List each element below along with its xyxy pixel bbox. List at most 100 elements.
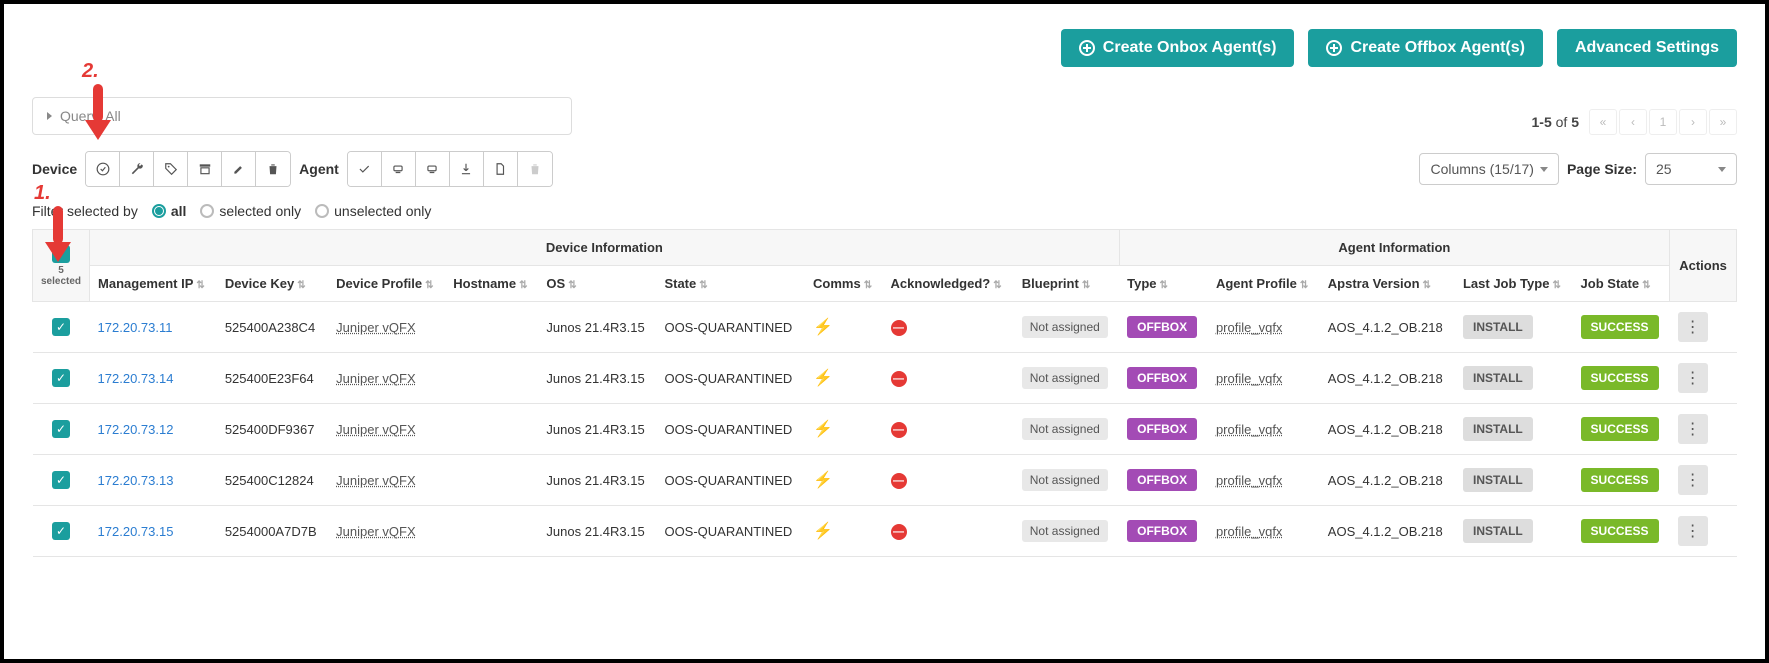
col-hostname[interactable]: Hostname⇅ xyxy=(445,266,538,302)
blueprint-badge: Not assigned xyxy=(1022,418,1108,440)
job-type-badge: INSTALL xyxy=(1463,366,1533,390)
apstra-version: AOS_4.1.2_OB.218 xyxy=(1320,455,1455,506)
col-device-profile[interactable]: Device Profile⇅ xyxy=(328,266,445,302)
select-all-checkbox[interactable]: ✓ xyxy=(52,245,70,263)
page-size-selector[interactable]: 25 xyxy=(1645,153,1737,185)
job-state-badge: SUCCESS xyxy=(1581,315,1659,339)
row-checkbox[interactable]: ✓ xyxy=(52,369,70,387)
os: Junos 21.4R3.15 xyxy=(538,353,656,404)
col-ack[interactable]: Acknowledged?⇅ xyxy=(883,266,1014,302)
blueprint-badge: Not assigned xyxy=(1022,520,1108,542)
agent-profile-link[interactable]: profile_vqfx xyxy=(1216,473,1282,488)
agent-info-group: Agent Information xyxy=(1119,230,1669,266)
edit-button[interactable] xyxy=(222,152,256,186)
row-actions-button[interactable]: ⋮ xyxy=(1678,363,1708,393)
table-row: ✓172.20.73.155254000A7D7BJuniper vQFXJun… xyxy=(33,506,1737,557)
table-row: ✓172.20.73.13525400C12824Juniper vQFXJun… xyxy=(33,455,1737,506)
row-actions-button[interactable]: ⋮ xyxy=(1678,465,1708,495)
sort-icon: ⇅ xyxy=(196,280,204,291)
row-checkbox[interactable]: ✓ xyxy=(52,318,70,336)
filter-unselected-radio[interactable]: unselected only xyxy=(315,203,431,219)
collect2-button[interactable] xyxy=(416,152,450,186)
collect-button[interactable] xyxy=(382,152,416,186)
create-onbox-button[interactable]: Create Onbox Agent(s) xyxy=(1061,29,1295,67)
page-first-button[interactable]: « xyxy=(1589,109,1617,135)
page-prev-button[interactable]: ‹ xyxy=(1619,109,1647,135)
plus-icon xyxy=(1326,40,1342,56)
apstra-version: AOS_4.1.2_OB.218 xyxy=(1320,302,1455,353)
page-size-label: Page Size: xyxy=(1567,161,1637,177)
plus-icon xyxy=(1079,40,1095,56)
device-profile-link[interactable]: Juniper vQFX xyxy=(336,473,415,488)
download-button[interactable] xyxy=(450,152,484,186)
row-checkbox[interactable]: ✓ xyxy=(52,420,70,438)
col-last-job[interactable]: Last Job Type⇅ xyxy=(1455,266,1573,302)
apstra-version: AOS_4.1.2_OB.218 xyxy=(1320,353,1455,404)
filter-selected-label: selected only xyxy=(219,203,301,219)
blueprint-badge: Not assigned xyxy=(1022,316,1108,338)
device-toolbar xyxy=(85,151,291,187)
apstra-version: AOS_4.1.2_OB.218 xyxy=(1320,404,1455,455)
col-mgmt-ip[interactable]: Management IP⇅ xyxy=(90,266,217,302)
col-device-key[interactable]: Device Key⇅ xyxy=(217,266,328,302)
filter-label: Filter selected by xyxy=(32,203,138,219)
filter-all-radio[interactable]: all xyxy=(152,203,187,219)
job-type-badge: INSTALL xyxy=(1463,315,1533,339)
row-checkbox[interactable]: ✓ xyxy=(52,471,70,489)
mgmt-ip-link[interactable]: 172.20.73.13 xyxy=(98,473,174,488)
device-key: 525400E23F64 xyxy=(217,353,328,404)
create-onbox-label: Create Onbox Agent(s) xyxy=(1103,39,1277,57)
wrench-button[interactable] xyxy=(120,152,154,186)
col-comms[interactable]: Comms⇅ xyxy=(805,266,883,302)
mgmt-ip-link[interactable]: 172.20.73.12 xyxy=(98,422,174,437)
page-last-button[interactable]: » xyxy=(1709,109,1737,135)
check-button[interactable] xyxy=(348,152,382,186)
col-apstra-ver[interactable]: Apstra Version⇅ xyxy=(1320,266,1455,302)
col-job-state[interactable]: Job State⇅ xyxy=(1573,266,1670,302)
agent-profile-link[interactable]: profile_vqfx xyxy=(1216,524,1282,539)
device-profile-link[interactable]: Juniper vQFX xyxy=(336,320,415,335)
row-actions-button[interactable]: ⋮ xyxy=(1678,516,1708,546)
row-actions-button[interactable]: ⋮ xyxy=(1678,312,1708,342)
radio-icon xyxy=(200,204,214,218)
delete-agent-button xyxy=(518,152,552,186)
tag-button[interactable] xyxy=(154,152,188,186)
delete-button[interactable] xyxy=(256,152,290,186)
plug-icon: ⚡ xyxy=(813,421,833,438)
row-checkbox[interactable]: ✓ xyxy=(52,522,70,540)
col-os[interactable]: OS⇅ xyxy=(538,266,656,302)
filter-all-label: all xyxy=(171,203,187,219)
plug-icon: ⚡ xyxy=(813,523,833,540)
hostname xyxy=(445,404,538,455)
agent-profile-link[interactable]: profile_vqfx xyxy=(1216,422,1282,437)
col-agent-profile[interactable]: Agent Profile⇅ xyxy=(1208,266,1320,302)
acknowledge-button[interactable] xyxy=(86,152,120,186)
hostname xyxy=(445,455,538,506)
create-offbox-button[interactable]: Create Offbox Agent(s) xyxy=(1308,29,1543,67)
pagination-top: 1-5 of 5 « ‹ 1 › » xyxy=(1532,109,1738,135)
advanced-settings-button[interactable]: Advanced Settings xyxy=(1557,29,1737,67)
not-acknowledged-icon: — xyxy=(891,320,907,336)
device-key: 5254000A7D7B xyxy=(217,506,328,557)
not-acknowledged-icon: — xyxy=(891,422,907,438)
col-type[interactable]: Type⇅ xyxy=(1119,266,1208,302)
device-profile-link[interactable]: Juniper vQFX xyxy=(336,422,415,437)
page-next-button[interactable]: › xyxy=(1679,109,1707,135)
col-state[interactable]: State⇅ xyxy=(656,266,805,302)
mgmt-ip-link[interactable]: 172.20.73.14 xyxy=(98,371,174,386)
columns-selector[interactable]: Columns (15/17) xyxy=(1419,153,1559,185)
device-profile-link[interactable]: Juniper vQFX xyxy=(336,524,415,539)
device-profile-link[interactable]: Juniper vQFX xyxy=(336,371,415,386)
row-actions-button[interactable]: ⋮ xyxy=(1678,414,1708,444)
query-box[interactable]: Query: All xyxy=(32,97,572,135)
filter-selected-radio[interactable]: selected only xyxy=(200,203,301,219)
page-1-button[interactable]: 1 xyxy=(1649,109,1677,135)
mgmt-ip-link[interactable]: 172.20.73.11 xyxy=(98,320,173,335)
file-button[interactable] xyxy=(484,152,518,186)
agent-profile-link[interactable]: profile_vqfx xyxy=(1216,371,1282,386)
mgmt-ip-link[interactable]: 172.20.73.15 xyxy=(98,524,174,539)
agent-profile-link[interactable]: profile_vqfx xyxy=(1216,320,1282,335)
devices-table: ✓ 5 selected Device Information Agent In… xyxy=(32,229,1737,557)
archive-button[interactable] xyxy=(188,152,222,186)
col-blueprint[interactable]: Blueprint⇅ xyxy=(1014,266,1119,302)
